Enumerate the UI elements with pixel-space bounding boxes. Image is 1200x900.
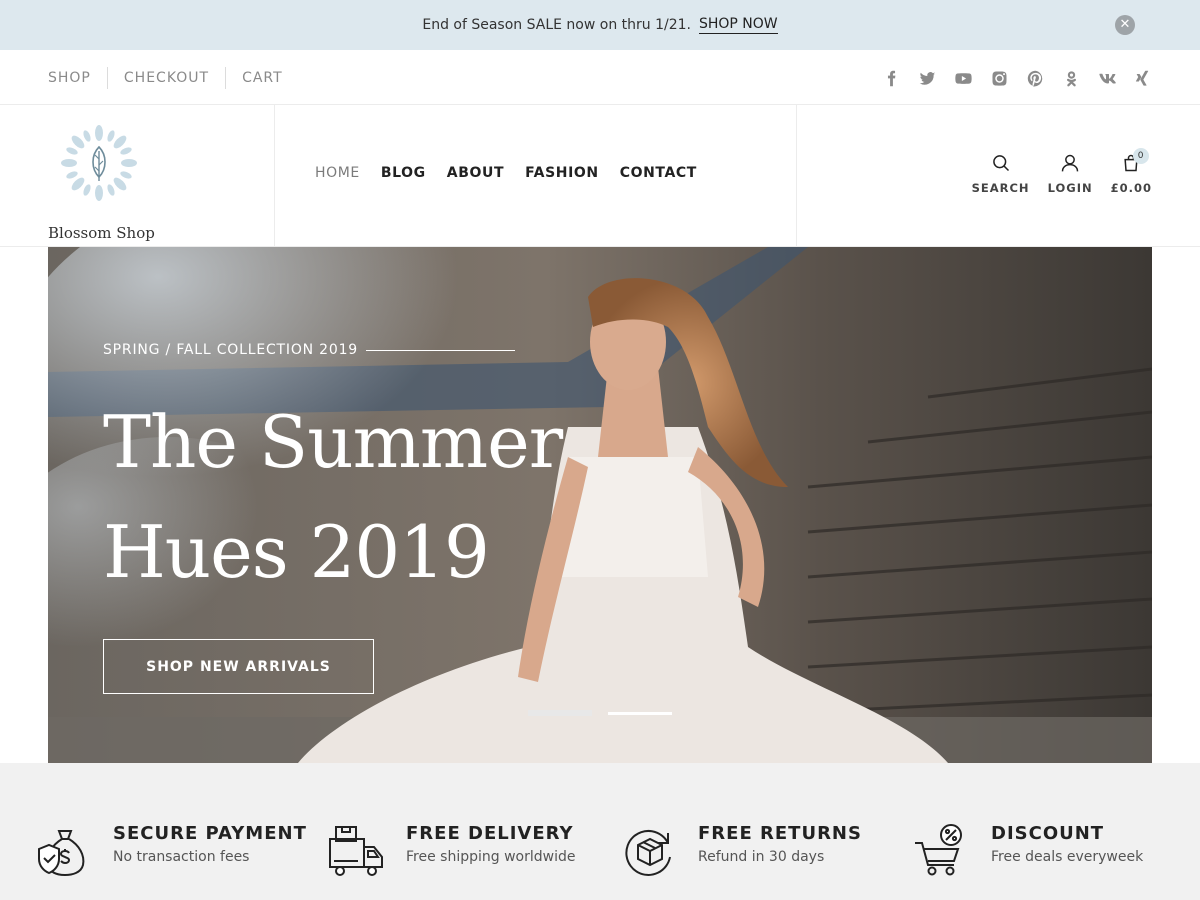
top-nav-cart[interactable]: CART — [225, 67, 299, 89]
shop-now-link[interactable]: SHOP NOW — [698, 16, 778, 34]
top-nav-shop[interactable]: SHOP — [48, 67, 107, 89]
feature-subtitle: Free shipping worldwide — [406, 849, 576, 865]
logo-text: Blossom Shop — [48, 224, 155, 242]
site-header: Blossom Shop HOME BLOG ABOUT FASHION CON… — [0, 105, 1200, 247]
pinterest-icon[interactable] — [1026, 69, 1044, 87]
slider-pagination — [528, 710, 672, 716]
announcement-bar: End of Season SALE now on thru 1/21. SHO… — [0, 0, 1200, 50]
features-bar: SECURE PAYMENT No transaction fees FREE … — [0, 763, 1200, 900]
top-bar: SHOP CHECKOUT CART — [0, 51, 1200, 105]
search-icon — [992, 155, 1009, 172]
announcement-text: End of Season SALE now on thru 1/21. — [422, 17, 691, 33]
feature-secure-payment: SECURE PAYMENT No transaction fees — [35, 823, 307, 879]
search-label: SEARCH — [971, 181, 1030, 195]
slider-dot-1[interactable] — [528, 710, 592, 716]
feature-free-returns: FREE RETURNS Refund in 30 days — [620, 823, 862, 879]
feature-text: FREE DELIVERY Free shipping worldwide — [406, 823, 575, 865]
header-divider — [796, 105, 797, 246]
login-button[interactable]: LOGIN — [1048, 153, 1093, 195]
facebook-icon[interactable] — [882, 69, 900, 87]
feature-title: SECURE PAYMENT — [113, 823, 307, 844]
hero-title: The Summer Hues 2019 — [103, 387, 623, 607]
return-box-icon — [620, 823, 676, 879]
top-nav-checkout[interactable]: CHECKOUT — [106, 67, 225, 89]
feature-title: FREE DELIVERY — [406, 823, 574, 844]
shop-new-arrivals-button[interactable]: SHOP NEW ARRIVALS — [103, 639, 374, 694]
cart-button[interactable]: 0 £0.00 — [1110, 148, 1152, 195]
main-nav-home[interactable]: HOME — [315, 165, 360, 181]
odnoklassniki-icon[interactable] — [1062, 69, 1080, 87]
cart-count-badge: 0 — [1132, 148, 1149, 164]
feature-text: DISCOUNT Free deals everyweek — [991, 823, 1143, 865]
xing-icon[interactable] — [1134, 69, 1152, 87]
header-divider — [274, 105, 275, 246]
social-links — [882, 51, 1152, 105]
instagram-icon[interactable] — [990, 69, 1008, 87]
hero-title-line-2: Hues 2019 — [103, 510, 490, 594]
site-logo[interactable]: Blossom Shop — [48, 125, 158, 242]
user-icon — [1061, 154, 1079, 172]
feature-discount: DISCOUNT Free deals everyweek — [913, 823, 1143, 879]
feature-free-delivery: FREE DELIVERY Free shipping worldwide — [328, 823, 575, 879]
cart-total: £0.00 — [1110, 181, 1152, 195]
close-icon[interactable]: ✕ — [1115, 15, 1135, 35]
slider-dot-2[interactable] — [608, 712, 672, 715]
main-nav-contact[interactable]: CONTACT — [620, 165, 697, 181]
feature-title: DISCOUNT — [991, 823, 1105, 844]
main-nav-about[interactable]: ABOUT — [447, 165, 504, 181]
top-nav: SHOP CHECKOUT CART — [48, 51, 299, 105]
feature-subtitle: Refund in 30 days — [698, 849, 825, 865]
youtube-icon[interactable] — [954, 69, 972, 87]
money-bag-shield-icon — [35, 823, 91, 879]
main-nav-blog[interactable]: BLOG — [381, 165, 426, 181]
twitter-icon[interactable] — [918, 69, 936, 87]
header-tools: SEARCH LOGIN 0 £0.00 — [972, 148, 1152, 195]
main-nav-fashion[interactable]: FASHION — [525, 165, 599, 181]
vk-icon[interactable] — [1098, 69, 1116, 87]
feature-text: FREE RETURNS Refund in 30 days — [698, 823, 862, 865]
delivery-truck-icon — [328, 823, 384, 879]
login-label: LOGIN — [1047, 181, 1093, 195]
eyebrow-divider — [366, 350, 515, 351]
feature-title: FREE RETURNS — [698, 823, 862, 844]
feature-subtitle: Free deals everyweek — [991, 849, 1144, 865]
hero-title-line-1: The Summer — [103, 400, 563, 484]
leaf-wreath-icon — [61, 125, 137, 201]
discount-cart-icon — [913, 823, 969, 879]
hero-eyebrow: SPRING / FALL COLLECTION 2019 — [103, 342, 358, 358]
search-button[interactable]: SEARCH — [972, 153, 1030, 195]
main-nav: HOME BLOG ABOUT FASHION CONTACT — [315, 165, 697, 181]
hero-banner: SPRING / FALL COLLECTION 2019 The Summer… — [48, 247, 1152, 763]
feature-subtitle: No transaction fees — [113, 849, 250, 865]
feature-text: SECURE PAYMENT No transaction fees — [113, 823, 307, 865]
